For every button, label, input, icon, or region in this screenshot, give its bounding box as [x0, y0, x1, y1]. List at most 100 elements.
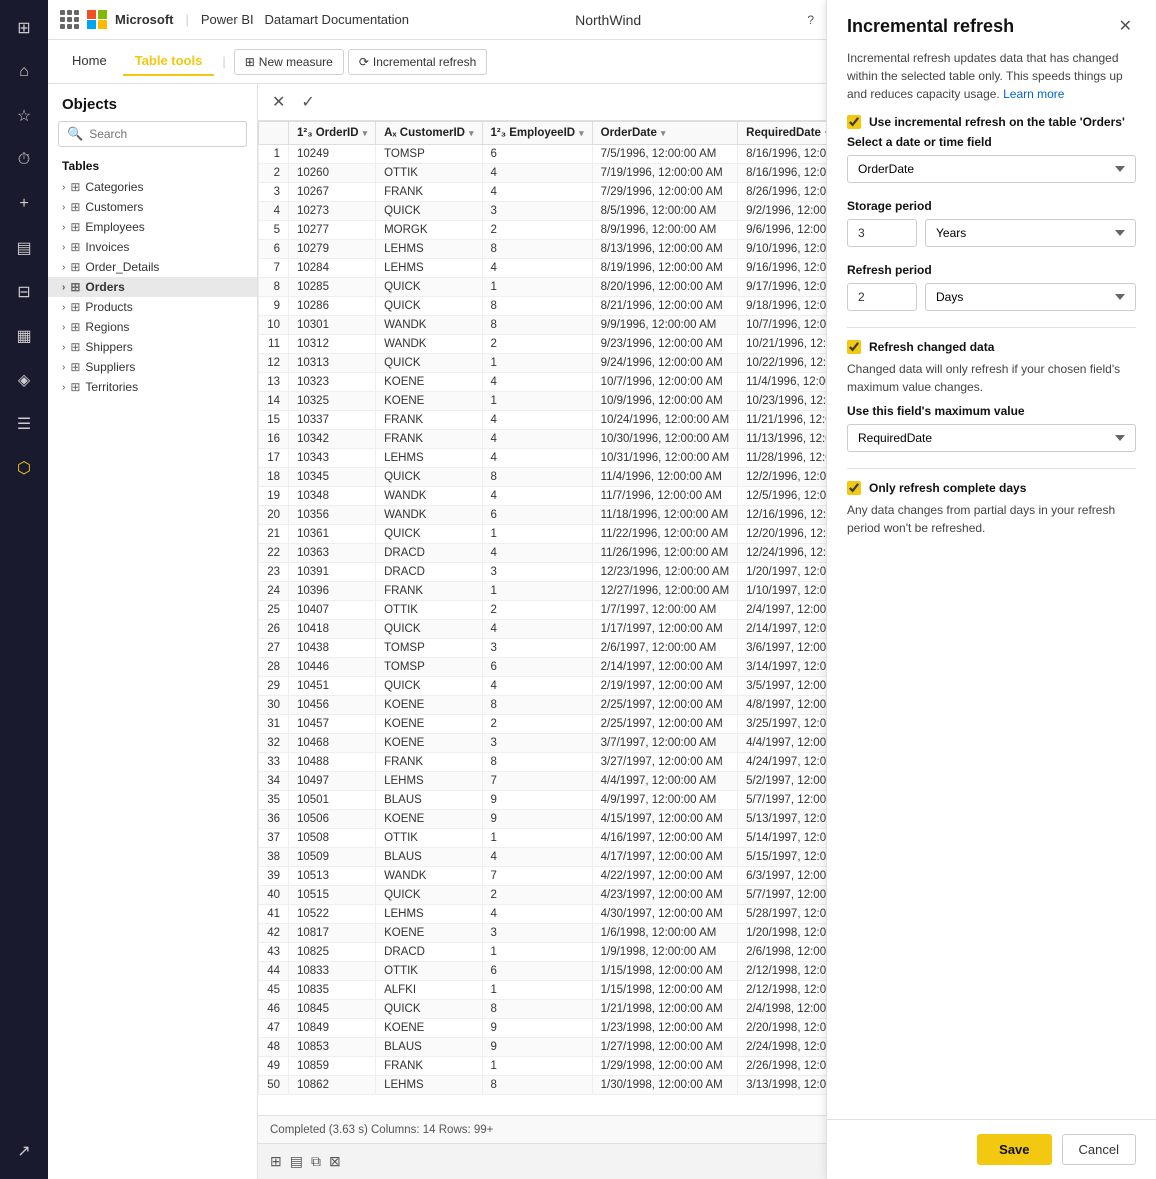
table-cell-requireddate: 5/15/1997, 12:00:00 AM [738, 848, 826, 867]
sidebar-item-employees[interactable]: ›⊞Employees [48, 217, 257, 237]
save-button[interactable]: Save [977, 1134, 1051, 1165]
row-number: 8 [259, 278, 289, 297]
sidebar-icon-plus[interactable]: + [4, 184, 44, 224]
row-number: 21 [259, 525, 289, 544]
table-cell-orderid: 10301 [289, 316, 376, 335]
sidebar-icon-table[interactable]: ⊟ [4, 272, 44, 312]
table-cell-customerid: QUICK [376, 620, 482, 639]
table-cell-requireddate: 1/20/1998, 12:00:00 AM [738, 924, 826, 943]
sidebar-icon-rocket[interactable]: ◈ [4, 360, 44, 400]
table-cell-orderdate: 1/6/1998, 12:00:00 AM [592, 924, 738, 943]
table-cell-orderid: 10438 [289, 639, 376, 658]
col-dropdown-icon[interactable]: ▾ [825, 128, 826, 139]
sidebar-item-categories[interactable]: ›⊞Categories [48, 177, 257, 197]
tab-home[interactable]: Home [60, 47, 119, 76]
export-icon[interactable]: ⊠ [329, 1153, 341, 1170]
table-cell-orderdate: 4/30/1997, 12:00:00 AM [592, 905, 738, 924]
table-cell-orderid: 10345 [289, 468, 376, 487]
close-edit-button[interactable]: ✕ [268, 90, 289, 114]
table-cell-orderid: 10363 [289, 544, 376, 563]
sidebar-item-products[interactable]: ›⊞Products [48, 297, 257, 317]
table-row: 4610845QUICK81/21/1998, 12:00:00 AM2/4/1… [259, 1000, 827, 1019]
chevron-icon: › [62, 202, 65, 213]
sidebar-item-regions[interactable]: ›⊞Regions [48, 317, 257, 337]
table-cell-orderdate: 7/29/1996, 12:00:00 AM [592, 183, 738, 202]
sidebar-item-territories[interactable]: ›⊞Territories [48, 377, 257, 397]
col-header-orderid[interactable]: 1²₃ OrderID▾ [289, 122, 376, 145]
table-cell-orderdate: 1/7/1997, 12:00:00 AM [592, 601, 738, 620]
topbar-user[interactable]: ? [807, 13, 814, 27]
table-cell-employeeid: 8 [482, 696, 592, 715]
table-cell-customerid: KOENE [376, 810, 482, 829]
max-value-select[interactable]: OrderDate RequiredDate ShippedDate [847, 424, 1136, 452]
table-row: 810285QUICK18/20/1996, 12:00:00 AM9/17/1… [259, 278, 827, 297]
table-cell-orderdate: 11/18/1996, 12:00:00 AM [592, 506, 738, 525]
sidebar-icon-book[interactable]: ☰ [4, 404, 44, 444]
refresh-period-input[interactable] [847, 283, 917, 311]
learn-more-link[interactable]: Learn more [1003, 87, 1064, 101]
sidebar-icon-clock[interactable]: ⏱ [4, 140, 44, 180]
row-number: 35 [259, 791, 289, 810]
storage-period-input[interactable] [847, 219, 917, 247]
table-cell-employeeid: 8 [482, 297, 592, 316]
confirm-edit-button[interactable]: ✓ [297, 90, 318, 114]
use-incremental-checkbox[interactable] [847, 115, 861, 129]
sidebar-icon-doc[interactable]: ▤ [4, 228, 44, 268]
storage-period-select[interactable]: Days Months Years [925, 219, 1136, 247]
col-header-requireddate[interactable]: RequiredDate▾ [738, 122, 826, 145]
table-cell-requireddate: 3/25/1997, 12:00:00 AM [738, 715, 826, 734]
sidebar-icon-database[interactable]: ⬡ [4, 448, 44, 488]
table-icon: ⊞ [70, 300, 80, 314]
cancel-button[interactable]: Cancel [1062, 1134, 1136, 1165]
table-cell-orderid: 10285 [289, 278, 376, 297]
use-incremental-checkbox-row: Use incremental refresh on the table 'Or… [847, 115, 1136, 129]
sidebar-item-orders[interactable]: ›⊞Orders [48, 277, 257, 297]
sidebar-icon-grid[interactable]: ⊞ [4, 8, 44, 48]
chevron-icon: › [62, 182, 65, 193]
date-field-select[interactable]: OrderDate RequiredDate ShippedDate [847, 155, 1136, 183]
col-dropdown-icon[interactable]: ▾ [363, 128, 368, 139]
row-number: 5 [259, 221, 289, 240]
col-dropdown-icon[interactable]: ▾ [469, 128, 474, 139]
complete-days-checkbox[interactable] [847, 481, 861, 495]
sidebar-icon-star[interactable]: ☆ [4, 96, 44, 136]
incremental-refresh-button[interactable]: ⟳ Incremental refresh [348, 49, 487, 75]
search-input[interactable] [89, 127, 238, 141]
sidebar-item-order_details[interactable]: ›⊞Order_Details [48, 257, 257, 277]
col-dropdown-icon[interactable]: ▾ [579, 128, 584, 139]
table-cell-requireddate: 5/2/1997, 12:00:00 AM [738, 772, 826, 791]
table-cell-customerid: QUICK [376, 886, 482, 905]
tab-table-tools[interactable]: Table tools [123, 47, 215, 76]
table-cell-orderdate: 1/17/1997, 12:00:00 AM [592, 620, 738, 639]
topbar: Microsoft | Power BI Datamart Documentat… [48, 0, 826, 40]
table-cell-customerid: KOENE [376, 696, 482, 715]
table-cell-requireddate: 2/6/1998, 12:00:00 AM [738, 943, 826, 962]
table-cell-orderid: 10337 [289, 411, 376, 430]
microsoft-logo [87, 10, 107, 30]
column-view-icon[interactable]: ▤ [290, 1153, 303, 1170]
sidebar-item-suppliers[interactable]: ›⊞Suppliers [48, 357, 257, 377]
col-dropdown-icon[interactable]: ▾ [661, 128, 666, 139]
data-table-wrap[interactable]: 1²₃ OrderID▾Aₓ CustomerID▾1²₃ EmployeeID… [258, 121, 826, 1115]
col-header-employeeid[interactable]: 1²₃ EmployeeID▾ [482, 122, 592, 145]
sidebar-item-invoices[interactable]: ›⊞Invoices [48, 237, 257, 257]
table-view-icon[interactable]: ⊞ [270, 1153, 282, 1170]
col-header-orderdate[interactable]: OrderDate▾ [592, 122, 738, 145]
panel-close-button[interactable]: ✕ [1115, 16, 1136, 36]
copy-icon[interactable]: ⧉ [311, 1153, 321, 1170]
refresh-period-select[interactable]: Days Months Years [925, 283, 1136, 311]
tables-list: ›⊞Categories›⊞Customers›⊞Employees›⊞Invo… [48, 177, 257, 397]
table-cell-customerid: QUICK [376, 468, 482, 487]
table-cell-customerid: WANDK [376, 487, 482, 506]
objects-title: Objects [48, 84, 257, 121]
app-grid-icon[interactable] [60, 10, 79, 29]
sidebar-item-shippers[interactable]: ›⊞Shippers [48, 337, 257, 357]
new-measure-button[interactable]: ⊞ New measure [234, 49, 344, 75]
refresh-changed-checkbox[interactable] [847, 340, 861, 354]
sidebar-item-customers[interactable]: ›⊞Customers [48, 197, 257, 217]
table-cell-requireddate: 1/20/1997, 12:00:00 AM [738, 563, 826, 582]
col-header-customerid[interactable]: Aₓ CustomerID▾ [376, 122, 482, 145]
sidebar-icon-expand[interactable]: ↗ [4, 1131, 44, 1171]
sidebar-icon-home[interactable]: ⌂ [4, 52, 44, 92]
sidebar-icon-chart-bar[interactable]: ▦ [4, 316, 44, 356]
